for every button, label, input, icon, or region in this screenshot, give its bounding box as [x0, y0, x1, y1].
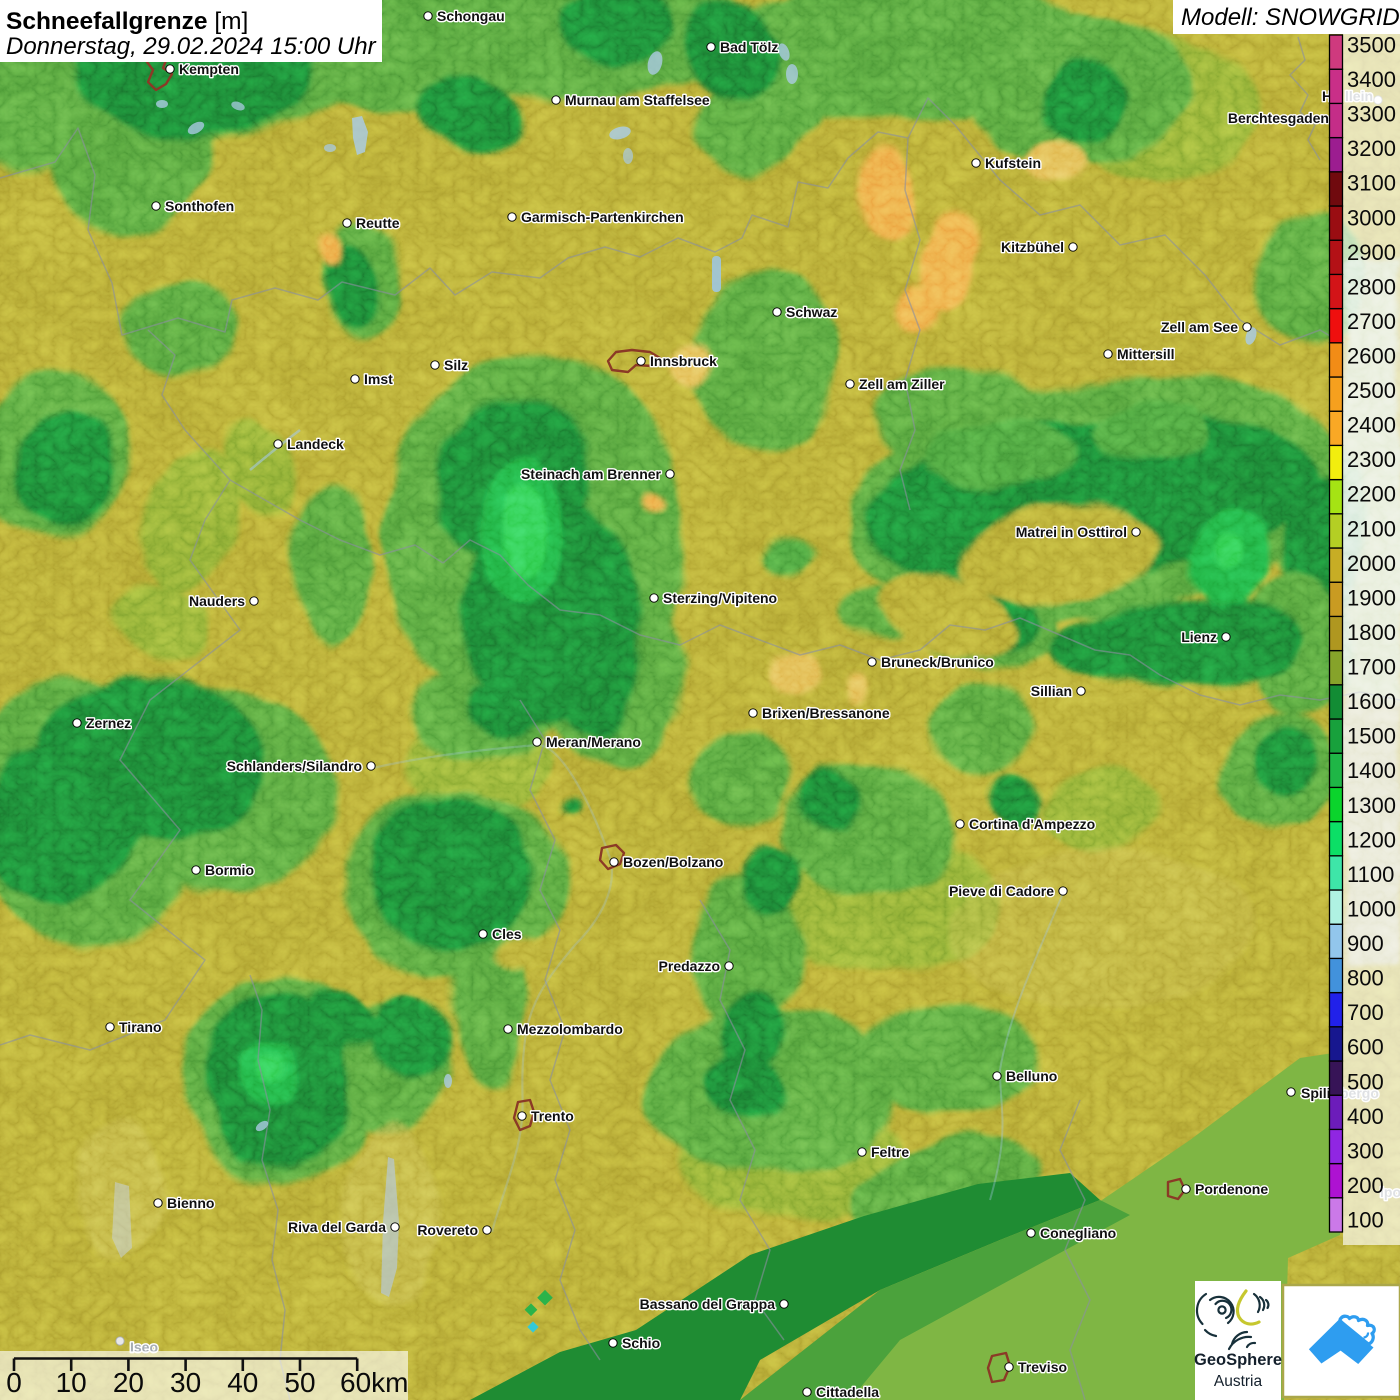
svg-text:1100: 1100	[1347, 862, 1394, 887]
svg-text:1200: 1200	[1347, 827, 1396, 852]
svg-text:50: 50	[284, 1367, 315, 1398]
svg-text:100: 100	[1347, 1208, 1384, 1233]
svg-text:1600: 1600	[1347, 689, 1396, 714]
svg-text:3200: 3200	[1347, 136, 1396, 161]
svg-text:30: 30	[170, 1367, 201, 1398]
svg-text:Mezzolombardo: Mezzolombardo	[517, 1021, 623, 1037]
svg-text:Bruneck/Brunico: Bruneck/Brunico	[881, 654, 994, 670]
svg-text:200: 200	[1347, 1173, 1384, 1198]
svg-text:Conegliano: Conegliano	[1040, 1225, 1116, 1241]
svg-text:Cittadella: Cittadella	[816, 1384, 879, 1400]
svg-text:Pordenone: Pordenone	[1195, 1181, 1268, 1197]
svg-text:Treviso: Treviso	[1018, 1359, 1067, 1375]
svg-text:Feltre: Feltre	[871, 1144, 909, 1160]
svg-text:Sillian: Sillian	[1031, 683, 1072, 699]
svg-text:2600: 2600	[1347, 344, 1396, 369]
svg-text:Murnau am Staffelsee: Murnau am Staffelsee	[565, 92, 710, 108]
svg-text:Schio: Schio	[622, 1335, 660, 1351]
svg-text:Bassano del Grappa: Bassano del Grappa	[640, 1296, 776, 1312]
svg-text:Sonthofen: Sonthofen	[165, 198, 234, 214]
svg-text:2300: 2300	[1347, 447, 1396, 472]
svg-text:Belluno: Belluno	[1006, 1068, 1057, 1084]
svg-text:2900: 2900	[1347, 240, 1396, 265]
svg-text:Kempten: Kempten	[179, 61, 239, 77]
svg-text:1000: 1000	[1347, 897, 1396, 922]
svg-text:300: 300	[1347, 1138, 1384, 1163]
svg-text:1900: 1900	[1347, 585, 1396, 610]
svg-text:1500: 1500	[1347, 724, 1396, 749]
svg-text:1800: 1800	[1347, 620, 1396, 645]
svg-text:3500: 3500	[1347, 33, 1396, 58]
svg-text:2800: 2800	[1347, 274, 1396, 299]
svg-text:Modell: SNOWGRID: Modell: SNOWGRID	[1181, 4, 1400, 31]
svg-text:Silz: Silz	[444, 357, 468, 373]
svg-text:2500: 2500	[1347, 378, 1396, 403]
svg-text:10: 10	[56, 1367, 87, 1398]
svg-text:Pieve di Cadore: Pieve di Cadore	[949, 883, 1054, 899]
svg-text:Austria: Austria	[1214, 1373, 1263, 1390]
svg-text:Sterzing/Vipiteno: Sterzing/Vipiteno	[663, 590, 777, 606]
svg-text:3400: 3400	[1347, 67, 1396, 92]
svg-text:Garmisch-Partenkirchen: Garmisch-Partenkirchen	[521, 209, 684, 225]
svg-text:Rovereto: Rovereto	[417, 1222, 478, 1238]
svg-text:2100: 2100	[1347, 516, 1396, 541]
svg-text:2200: 2200	[1347, 482, 1396, 507]
svg-text:Zernez: Zernez	[86, 715, 131, 731]
svg-text:Steinach am Brenner: Steinach am Brenner	[521, 466, 662, 482]
svg-text:Landeck: Landeck	[287, 436, 344, 452]
svg-text:Bad Tölz: Bad Tölz	[720, 39, 778, 55]
svg-text:Schongau: Schongau	[437, 8, 505, 24]
svg-text:900: 900	[1347, 931, 1384, 956]
svg-text:Zell am Ziller: Zell am Ziller	[859, 376, 945, 392]
svg-text:3300: 3300	[1347, 102, 1396, 127]
svg-text:1700: 1700	[1347, 655, 1396, 680]
svg-text:700: 700	[1347, 1000, 1384, 1025]
svg-text:Cortina d'Ampezzo: Cortina d'Ampezzo	[969, 816, 1095, 832]
svg-text:Zell am See: Zell am See	[1161, 319, 1238, 335]
svg-text:Schwaz: Schwaz	[786, 304, 837, 320]
svg-text:Bienno: Bienno	[167, 1195, 214, 1211]
svg-text:GeoSphere: GeoSphere	[1194, 1351, 1282, 1369]
svg-text:Lienz: Lienz	[1181, 629, 1217, 645]
svg-text:Tirano: Tirano	[119, 1019, 162, 1035]
svg-text:Nauders: Nauders	[189, 593, 245, 609]
svg-text:Trento: Trento	[531, 1108, 574, 1124]
svg-text:Kitzbühel: Kitzbühel	[1001, 239, 1064, 255]
svg-text:600: 600	[1347, 1035, 1384, 1060]
svg-text:Innsbruck: Innsbruck	[650, 353, 717, 369]
svg-text:3000: 3000	[1347, 205, 1396, 230]
svg-text:Brixen/Bressanone: Brixen/Bressanone	[762, 705, 890, 721]
svg-text:Reutte: Reutte	[356, 215, 400, 231]
svg-text:1300: 1300	[1347, 793, 1396, 818]
svg-text:Kufstein: Kufstein	[985, 155, 1041, 171]
svg-text:Spili: Spili	[1301, 1085, 1331, 1101]
svg-text:60km: 60km	[340, 1367, 408, 1398]
svg-text:2000: 2000	[1347, 551, 1396, 576]
svg-text:Schlanders/Silandro: Schlanders/Silandro	[227, 758, 362, 774]
svg-text:Bormio: Bormio	[205, 862, 254, 878]
svg-text:2700: 2700	[1347, 309, 1396, 334]
svg-text:20: 20	[113, 1367, 144, 1398]
svg-text:2400: 2400	[1347, 413, 1396, 438]
svg-text:Berchtesgaden: Berchtesgaden	[1228, 110, 1329, 126]
svg-text:Riva del Garda: Riva del Garda	[288, 1219, 386, 1235]
svg-text:Bozen/Bolzano: Bozen/Bolzano	[623, 854, 723, 870]
svg-text:800: 800	[1347, 966, 1384, 991]
svg-text:1400: 1400	[1347, 758, 1396, 783]
svg-text:500: 500	[1347, 1069, 1384, 1094]
svg-text:Imst: Imst	[364, 371, 393, 387]
svg-text:40: 40	[227, 1367, 258, 1398]
svg-text:Predazzo: Predazzo	[659, 958, 720, 974]
svg-text:Mittersill: Mittersill	[1117, 346, 1175, 362]
svg-text:Cles: Cles	[492, 926, 522, 942]
svg-text:0: 0	[6, 1367, 22, 1398]
svg-text:400: 400	[1347, 1104, 1384, 1129]
svg-text:Donnerstag, 29.02.2024 15:00 U: Donnerstag, 29.02.2024 15:00 Uhr	[6, 33, 377, 60]
svg-text:Schneefallgrenze [m]: Schneefallgrenze [m]	[6, 8, 248, 35]
svg-text:Matrei in Osttirol: Matrei in Osttirol	[1016, 524, 1127, 540]
svg-text:3100: 3100	[1347, 171, 1396, 196]
svg-text:Meran/Merano: Meran/Merano	[546, 734, 641, 750]
